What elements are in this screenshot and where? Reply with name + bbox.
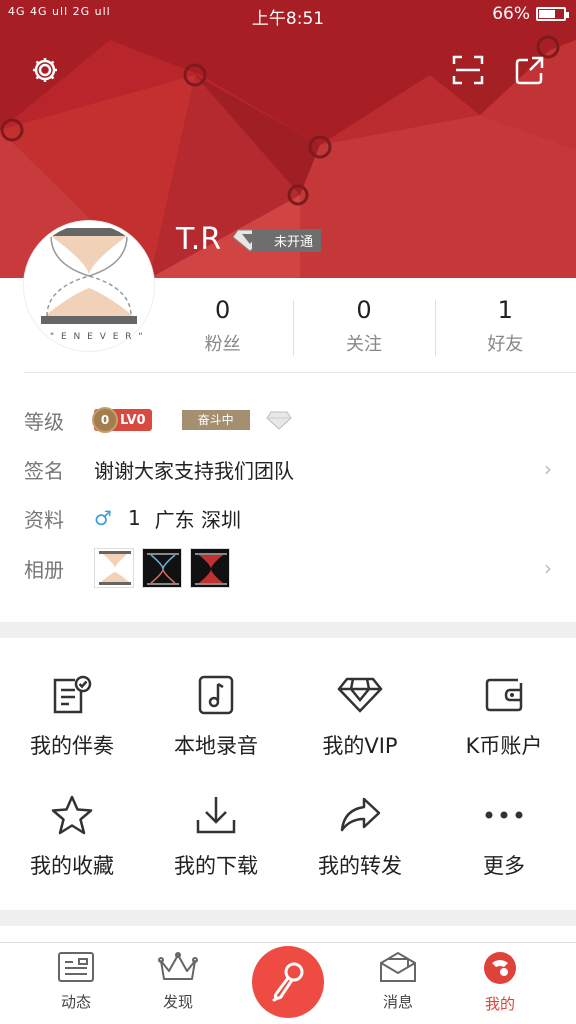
signature-label: 签名 bbox=[24, 458, 64, 483]
location-text: 广东 深圳 bbox=[154, 507, 242, 532]
level-badge: 0 LV0 bbox=[92, 407, 152, 433]
feature-label: 本地录音 bbox=[174, 734, 258, 758]
avatar-caption: " E N E V E R " bbox=[50, 332, 145, 342]
vip-status-label: 未开通 bbox=[252, 228, 322, 252]
feature-label: K币账户 bbox=[465, 734, 543, 758]
section-separator bbox=[0, 622, 576, 638]
info-label: 资料 bbox=[24, 507, 64, 532]
album-thumbnail[interactable] bbox=[190, 548, 230, 588]
stat-fans-label: 粉丝 bbox=[204, 334, 241, 355]
share-icon[interactable] bbox=[510, 50, 550, 90]
male-icon: ♂ bbox=[94, 506, 112, 530]
stat-following-label: 关注 bbox=[345, 334, 382, 355]
chevron-right-icon: › bbox=[544, 556, 552, 580]
stat-fans-value: 0 bbox=[215, 296, 231, 324]
clock: 上午8:51 bbox=[251, 9, 325, 29]
level-row[interactable]: 等级 0 LV0 奋斗中 bbox=[24, 402, 564, 438]
accompaniment-icon bbox=[0, 672, 144, 718]
forward-icon bbox=[288, 792, 432, 838]
star-icon bbox=[0, 792, 144, 838]
nav-label: 动态 bbox=[60, 993, 91, 1011]
feature-vip[interactable]: 我的VIP bbox=[288, 672, 432, 760]
gear-icon[interactable] bbox=[25, 50, 65, 90]
stat-following[interactable]: 0 关注 bbox=[293, 296, 434, 360]
level-label: 等级 bbox=[24, 409, 64, 434]
scan-icon[interactable] bbox=[448, 50, 488, 90]
nav-label: 消息 bbox=[382, 993, 413, 1011]
info-row[interactable]: 资料 ♂ 1 广东 深圳 bbox=[24, 500, 564, 536]
microphone-icon bbox=[272, 962, 304, 1002]
download-icon bbox=[144, 792, 288, 838]
album-thumbnail[interactable] bbox=[94, 548, 134, 588]
album-thumbnail[interactable] bbox=[142, 548, 182, 588]
stat-friends-value: 1 bbox=[497, 296, 513, 324]
diamond-icon bbox=[265, 411, 292, 430]
feature-accompaniment[interactable]: 我的伴奏 bbox=[0, 672, 144, 760]
status-bar: 4G 4G ull 2G ull 上午8:51 66% bbox=[0, 0, 576, 30]
more-icon bbox=[432, 792, 576, 838]
message-icon bbox=[380, 951, 416, 982]
feature-label: 我的伴奏 bbox=[30, 734, 114, 758]
nav-feed[interactable]: 动态 bbox=[26, 951, 126, 1012]
signature-row[interactable]: 签名 谢谢大家支持我们团队 › bbox=[24, 451, 564, 487]
feature-downloads[interactable]: 我的下载 bbox=[144, 792, 288, 880]
album-label: 相册 bbox=[24, 557, 64, 582]
feature-label: 我的收藏 bbox=[30, 854, 114, 878]
level-coin: 0 bbox=[92, 407, 118, 433]
nav-discover[interactable]: 发现 bbox=[128, 951, 228, 1012]
feature-k-coin-account[interactable]: K币账户 bbox=[432, 672, 576, 760]
level-badge-text: LV0 bbox=[120, 412, 146, 428]
local-recording-icon bbox=[144, 672, 288, 718]
album-row[interactable]: 相册 › bbox=[24, 546, 564, 590]
vip-status-tag[interactable]: 未开通 bbox=[232, 228, 322, 252]
feature-forwards[interactable]: 我的转发 bbox=[288, 792, 432, 880]
vip-diamond-icon bbox=[288, 672, 432, 718]
username: T.R bbox=[176, 222, 222, 257]
battery-icon bbox=[536, 7, 569, 21]
nav-label: 我的 bbox=[484, 995, 515, 1013]
crown-icon bbox=[158, 952, 198, 980]
feature-local-recording[interactable]: 本地录音 bbox=[144, 672, 288, 760]
chevron-right-icon: › bbox=[544, 457, 552, 481]
me-icon bbox=[484, 952, 516, 984]
stat-friends-label: 好友 bbox=[487, 334, 524, 355]
stat-fans[interactable]: 0 粉丝 bbox=[152, 296, 293, 360]
nav-label: 发现 bbox=[162, 993, 193, 1011]
stats-bar: 0 粉丝 0 关注 1 好友 bbox=[152, 296, 576, 360]
feature-label: 我的下载 bbox=[174, 854, 258, 878]
divider bbox=[24, 372, 576, 373]
nav-me[interactable]: 我的 bbox=[450, 951, 550, 1014]
feature-more[interactable]: 更多 bbox=[432, 792, 576, 880]
battery-fill bbox=[539, 10, 555, 18]
hourglass-avatar-image bbox=[27, 224, 151, 348]
age-text: 1 bbox=[127, 506, 141, 530]
record-mic-button[interactable] bbox=[252, 946, 324, 1018]
stat-friends[interactable]: 1 好友 bbox=[434, 296, 576, 360]
level-status-badge: 奋斗中 bbox=[181, 410, 250, 430]
feature-favorites[interactable]: 我的收藏 bbox=[0, 792, 144, 880]
section-separator bbox=[0, 910, 576, 926]
battery-percent: 66% bbox=[492, 4, 530, 24]
feature-label: 更多 bbox=[483, 854, 525, 878]
nav-messages[interactable]: 消息 bbox=[348, 951, 448, 1012]
feed-icon bbox=[58, 952, 94, 982]
stat-following-value: 0 bbox=[356, 296, 372, 324]
feature-label: 我的转发 bbox=[318, 854, 402, 878]
battery-indicator: 66% bbox=[492, 4, 569, 24]
feature-label: 我的VIP bbox=[322, 734, 398, 758]
wallet-icon bbox=[432, 672, 576, 718]
signature-text: 谢谢大家支持我们团队 bbox=[94, 458, 294, 483]
